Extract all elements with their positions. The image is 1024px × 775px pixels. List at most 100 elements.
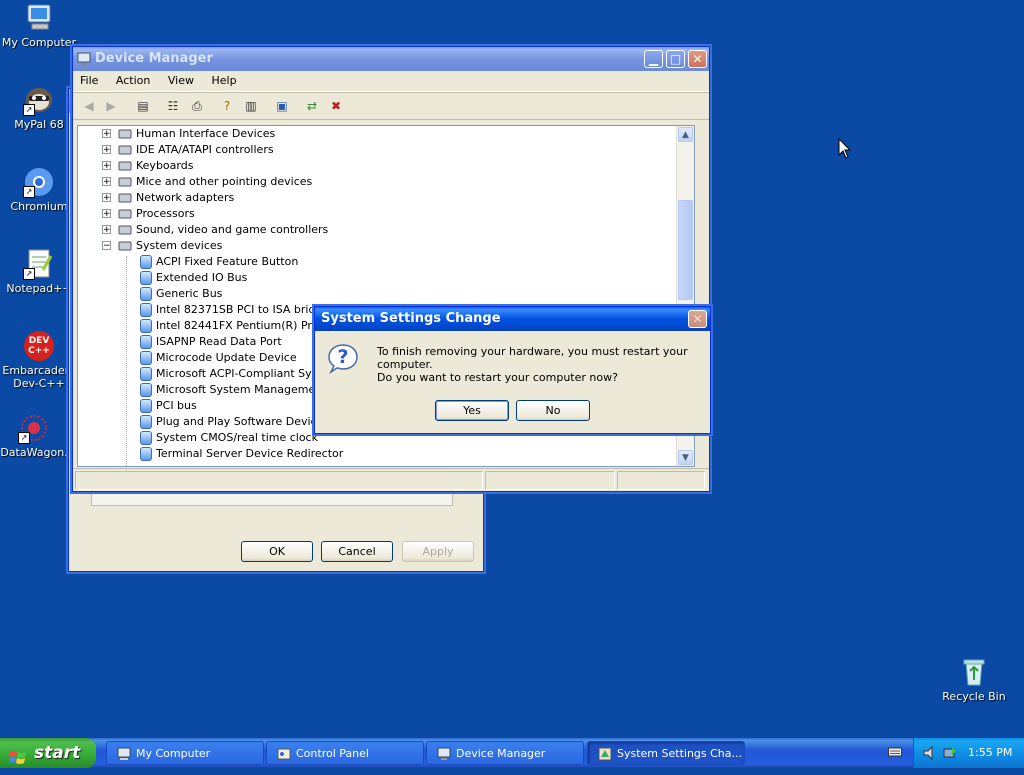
desktop-icon-my-computer[interactable]: My Computer bbox=[0, 2, 79, 49]
device-icon bbox=[140, 271, 152, 285]
dialog-message-question: Do you want to restart your computer now… bbox=[377, 371, 618, 384]
device-icon bbox=[140, 319, 152, 333]
tree-item-label: PCI bus bbox=[156, 399, 197, 412]
minimize-icon: ▁ bbox=[648, 52, 659, 66]
expand-icon[interactable]: + bbox=[102, 129, 111, 139]
device-icon bbox=[140, 399, 152, 413]
human-interface-icon bbox=[118, 127, 132, 141]
menu-action[interactable]: Action bbox=[109, 71, 157, 91]
status-segment bbox=[485, 471, 615, 490]
scroll-up-arrow-icon[interactable]: ▲ bbox=[678, 127, 693, 142]
sound-video-icon bbox=[118, 223, 132, 237]
scan-hardware-icon[interactable]: ▣ bbox=[274, 98, 290, 114]
close-icon: ✕ bbox=[692, 52, 703, 66]
device-icon bbox=[140, 255, 152, 269]
ok-button[interactable]: OK bbox=[241, 541, 313, 562]
taskbar-button-label: My Computer bbox=[136, 747, 211, 760]
tree-item-label: Human Interface Devices bbox=[136, 127, 276, 140]
properties-icon[interactable]: ☷ bbox=[165, 98, 181, 114]
expand-icon[interactable]: + bbox=[102, 209, 111, 219]
tree-device[interactable]: Terminal Server Device Redirector bbox=[78, 446, 674, 462]
taskbar-button-system-settings-change[interactable]: System Settings Cha... bbox=[587, 741, 745, 765]
expand-icon[interactable]: + bbox=[102, 177, 111, 187]
taskbar-button-device-manager[interactable]: Device Manager bbox=[426, 741, 584, 765]
safely-remove-hardware-icon[interactable] bbox=[942, 745, 958, 761]
close-button[interactable]: ✕ bbox=[688, 50, 707, 68]
maximize-button[interactable]: □ bbox=[666, 50, 685, 68]
taskbar-button-my-computer[interactable]: My Computer bbox=[106, 741, 264, 765]
device-icon bbox=[140, 287, 152, 301]
tree-device[interactable]: Generic Bus bbox=[78, 286, 674, 302]
clock: 1:55 PM bbox=[968, 746, 1013, 759]
show-console-tree-icon[interactable]: ▥ bbox=[243, 98, 259, 114]
tree-category[interactable]: + Sound, video and game controllers bbox=[78, 222, 674, 238]
dialog-close-button[interactable]: ✕ bbox=[688, 310, 707, 328]
expand-icon[interactable]: + bbox=[102, 161, 111, 171]
tree-category[interactable]: + Human Interface Devices bbox=[78, 126, 674, 142]
toolbar: ◀ ▶ ▤ ☷ ⎙ ? ▥ ▣ ⇄ ✖ bbox=[73, 92, 709, 120]
collapse-icon[interactable]: − bbox=[102, 241, 111, 251]
tree-category[interactable]: + IDE ATA/ATAPI controllers bbox=[78, 142, 674, 158]
start-button[interactable]: start bbox=[0, 738, 96, 768]
tree-item-label: ACPI Fixed Feature Button bbox=[156, 255, 299, 268]
computer-icon bbox=[117, 746, 131, 760]
expand-icon[interactable]: + bbox=[102, 225, 111, 235]
tree-device[interactable]: ACPI Fixed Feature Button bbox=[78, 254, 674, 270]
system-settings-change-dialog: System Settings Change ✕ ? To finish rem… bbox=[314, 306, 711, 434]
ide-controller-icon bbox=[118, 143, 132, 157]
network-adapter-icon bbox=[118, 191, 132, 205]
tree-item-label: System devices bbox=[136, 239, 223, 252]
taskbar-button-label: Device Manager bbox=[456, 747, 546, 760]
tree-category[interactable]: + Mice and other pointing devices bbox=[78, 174, 674, 190]
forward-arrow-icon[interactable]: ▶ bbox=[103, 98, 119, 114]
device-manager-icon bbox=[437, 746, 451, 760]
desktop-icon-label: DataWagon. bbox=[0, 446, 68, 459]
menu-view[interactable]: View bbox=[161, 71, 201, 91]
device-icon bbox=[140, 367, 152, 381]
yes-button[interactable]: Yes bbox=[435, 400, 509, 421]
volume-icon[interactable] bbox=[922, 745, 938, 761]
taskbar-button-control-panel[interactable]: Control Panel bbox=[266, 741, 424, 765]
menu-help[interactable]: Help bbox=[204, 71, 243, 91]
device-manager-titlebar[interactable]: Device Manager ▁ □ ✕ bbox=[73, 47, 709, 71]
tree-device[interactable]: Extended IO Bus bbox=[78, 270, 674, 286]
question-glyph: ? bbox=[337, 346, 349, 368]
desktop-icon-datawagon[interactable]: ↗ DataWagon. bbox=[0, 412, 74, 459]
shortcut-arrow-icon: ↗ bbox=[23, 104, 35, 116]
device-icon bbox=[140, 351, 152, 365]
tree-category[interactable]: − System devices bbox=[78, 238, 674, 254]
device-icon bbox=[140, 303, 152, 317]
tree-category[interactable]: + Keyboards bbox=[78, 158, 674, 174]
back-arrow-icon[interactable]: ◀ bbox=[81, 98, 97, 114]
minimize-button[interactable]: ▁ bbox=[644, 50, 663, 68]
tree-category[interactable]: + Network adapters bbox=[78, 190, 674, 206]
show-hide-tree-icon[interactable]: ▤ bbox=[135, 98, 151, 114]
taskbar-button-label: System Settings Cha... bbox=[617, 747, 743, 760]
scroll-down-arrow-icon[interactable]: ▼ bbox=[678, 450, 693, 465]
scroll-thumb[interactable] bbox=[678, 200, 693, 300]
no-button[interactable]: No bbox=[516, 400, 590, 421]
keyboard-icon[interactable] bbox=[888, 746, 902, 758]
update-driver-icon[interactable]: ⇄ bbox=[304, 98, 320, 114]
uninstall-icon[interactable]: ✖ bbox=[328, 98, 344, 114]
devcpp-icon-text: DEV C++ bbox=[28, 336, 50, 356]
apply-button[interactable]: Apply bbox=[402, 541, 474, 562]
tree-item-label: Microcode Update Device bbox=[156, 351, 297, 364]
system-devices-icon bbox=[118, 239, 132, 253]
device-icon bbox=[140, 335, 152, 349]
cancel-button[interactable]: Cancel bbox=[321, 541, 393, 562]
print-icon[interactable]: ⎙ bbox=[189, 98, 205, 114]
tree-item-label: Network adapters bbox=[136, 191, 235, 204]
expand-icon[interactable]: + bbox=[102, 193, 111, 203]
tree-item-label: Processors bbox=[136, 207, 195, 220]
menu-file[interactable]: File bbox=[73, 71, 105, 91]
desktop-icon-label: My Computer bbox=[1, 36, 77, 49]
tree-category[interactable]: + Processors bbox=[78, 206, 674, 222]
expand-icon[interactable]: + bbox=[102, 145, 111, 155]
notepad-plus-plus-icon: ↗ bbox=[23, 248, 55, 280]
tree-item-label: Generic Bus bbox=[156, 287, 223, 300]
dialog-titlebar[interactable]: System Settings Change ✕ bbox=[315, 307, 710, 331]
help-icon[interactable]: ? bbox=[219, 98, 235, 114]
device-icon bbox=[140, 431, 152, 445]
desktop-icon-recycle-bin[interactable]: Recycle Bin bbox=[934, 656, 1014, 703]
